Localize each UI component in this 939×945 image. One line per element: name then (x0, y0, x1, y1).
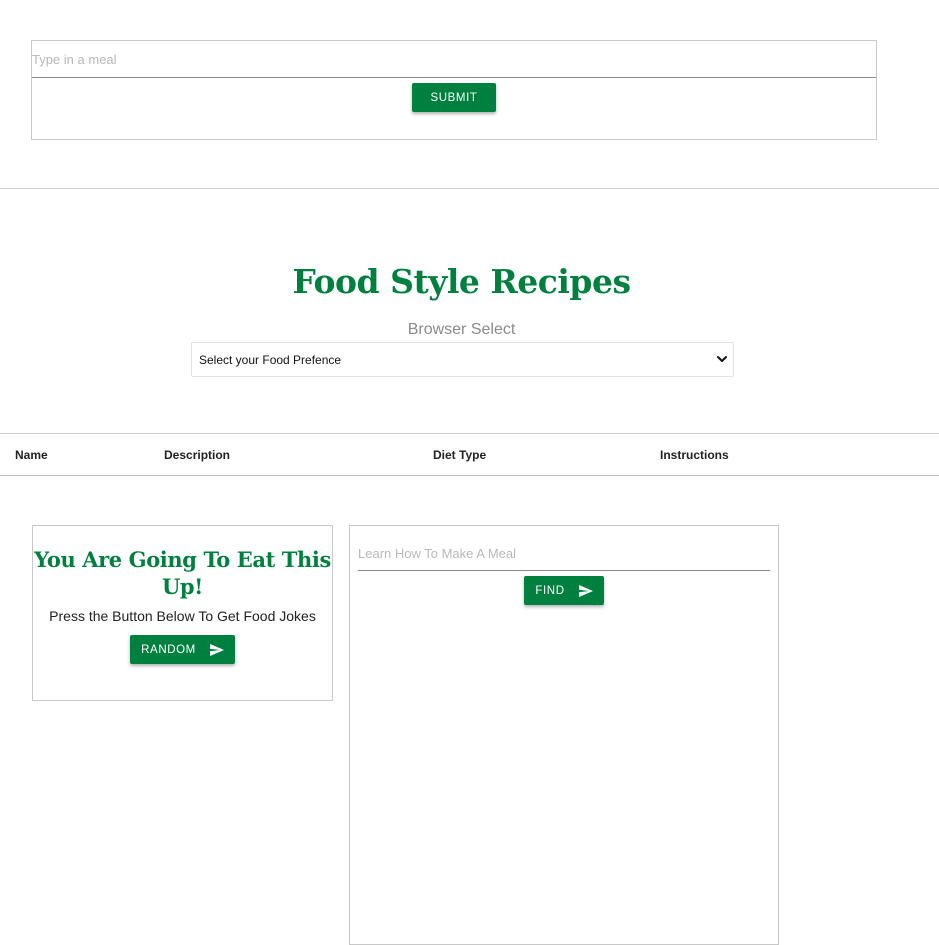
food-preference-select[interactable]: Select your Food Prefence (191, 342, 734, 377)
table-top-border (0, 433, 939, 434)
jokes-title: You Are Going To Eat This Up! (34, 547, 331, 599)
food-jokes-card: You Are Going To Eat This Up! Press the … (32, 525, 333, 701)
chevron-down-icon (717, 356, 727, 362)
column-header-diet-type: Diet Type (433, 448, 487, 462)
learn-meal-input[interactable] (358, 536, 770, 571)
meal-input[interactable] (32, 41, 876, 78)
select-value: Select your Food Prefence (199, 353, 342, 367)
table-header-border (0, 475, 939, 476)
column-header-description: Description (164, 448, 231, 462)
page-title: Food Style Recipes (292, 262, 631, 301)
send-icon (578, 584, 593, 597)
learn-meal-card: FIND (349, 525, 779, 945)
find-button-label: FIND (535, 584, 565, 597)
random-button-label: RANDOM (141, 643, 196, 656)
meal-form: SUBMIT (31, 40, 877, 140)
send-icon (209, 643, 224, 656)
find-button[interactable]: FIND (524, 576, 604, 605)
column-header-instructions: Instructions (660, 448, 729, 462)
divider (0, 188, 939, 189)
random-button[interactable]: RANDOM (130, 635, 235, 664)
column-header-name: Name (15, 448, 48, 462)
submit-button[interactable]: SUBMIT (412, 83, 496, 112)
select-label: Browser Select (407, 321, 516, 338)
jokes-subtitle: Press the Button Below To Get Food Jokes (49, 608, 316, 624)
